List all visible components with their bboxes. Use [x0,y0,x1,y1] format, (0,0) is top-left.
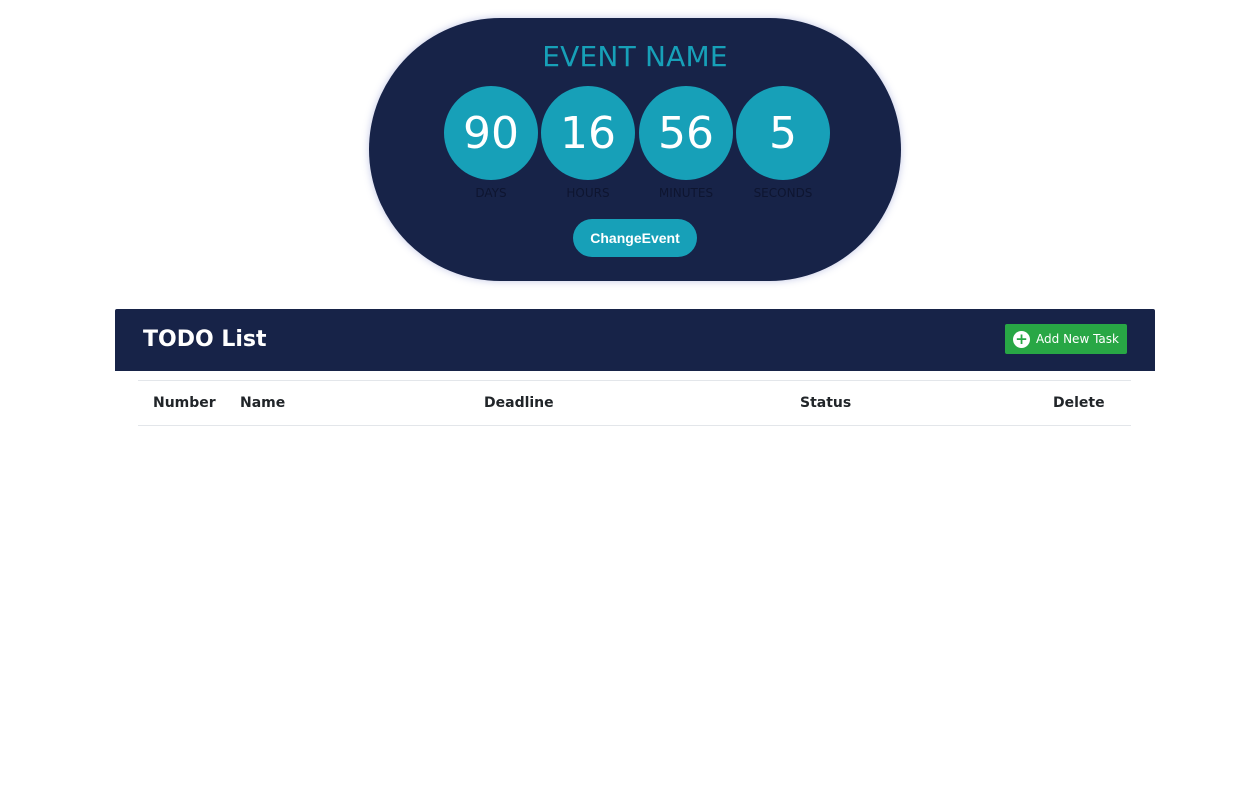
minutes-label: MINUTES [658,186,714,200]
column-header-delete[interactable]: Delete [1053,380,1131,426]
column-header-number[interactable]: Number [138,380,240,426]
todo-table: Number Name Deadline Status Delete [138,380,1131,426]
column-header-status[interactable]: Status [800,380,1053,426]
seconds-value: 5 [736,86,830,180]
column-header-deadline[interactable]: Deadline [484,380,800,426]
todo-title: TODO List [143,327,267,352]
hours-value: 16 [541,86,635,180]
timer-hours: 16 HOURS [541,86,635,206]
todo-header: TODO List + Add New Task [115,309,1155,371]
change-event-button[interactable]: ChangeEvent [573,219,697,257]
countdown-card: EVENT NAME 90 DAYS 16 HOURS 56 MINUTES 5… [369,18,901,281]
minutes-value: 56 [639,86,733,180]
timer-days: 90 DAYS [444,86,538,206]
timer-minutes: 56 MINUTES [639,86,733,206]
plus-circle-icon: + [1013,330,1031,348]
days-value: 90 [444,86,538,180]
column-header-name[interactable]: Name [240,380,484,426]
add-new-task-button[interactable]: + Add New Task [1005,324,1127,354]
table-header-row: Number Name Deadline Status Delete [138,380,1131,426]
hours-label: HOURS [566,186,610,200]
seconds-label: SECONDS [753,186,813,200]
timer-seconds: 5 SECONDS [736,86,830,206]
timer-row: 90 DAYS 16 HOURS 56 MINUTES 5 SECONDS [444,86,830,206]
add-new-task-label: Add New Task [1036,332,1119,346]
days-label: DAYS [475,186,507,200]
event-name: EVENT NAME [542,40,728,73]
